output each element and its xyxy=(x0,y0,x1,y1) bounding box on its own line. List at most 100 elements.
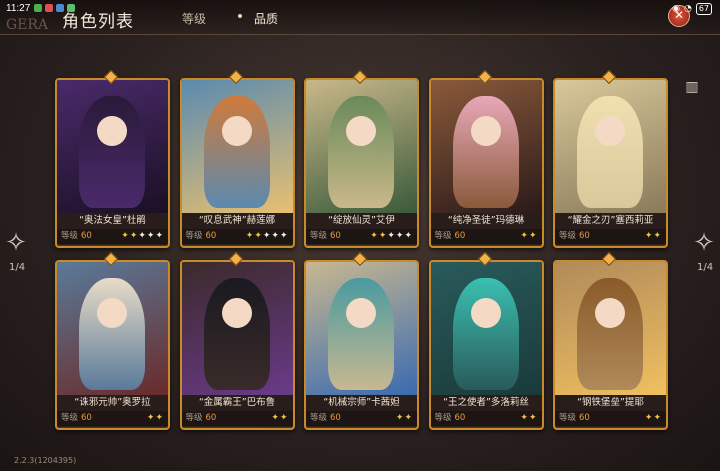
character-figure xyxy=(452,278,519,390)
star-rating: ✦✦ xyxy=(645,229,662,244)
star-icon: ✦ xyxy=(138,231,147,241)
eye-icon: ◉ xyxy=(672,4,680,14)
star-icon: ✦ xyxy=(370,231,379,241)
level-label: 等级 xyxy=(310,413,328,423)
star-icon: ✦ xyxy=(387,231,396,241)
star-icon: ✦ xyxy=(528,413,538,423)
level-value: 60 xyxy=(454,231,466,241)
filter-button[interactable]: ▥ xyxy=(683,78,701,96)
star-icon: ✦ xyxy=(653,413,662,423)
character-name: “耀金之刃”塞西莉亚 xyxy=(555,213,666,229)
level-row: 等级 60 ✦✦✦✦✦ xyxy=(181,229,293,244)
battery-indicator: 67 xyxy=(695,3,712,15)
prev-page-button[interactable]: ✧ xyxy=(4,228,28,258)
star-rating: ✦✦ xyxy=(520,411,537,426)
filter-icon: ▥ xyxy=(685,79,699,95)
star-rating: ✦✦ xyxy=(645,411,662,426)
character-card[interactable]: “纯净圣徒”玛德琳 等级 60 ✦✦ xyxy=(428,78,544,248)
star-icon: ✦ xyxy=(528,231,538,241)
arrow-left-icon: ✧ xyxy=(5,228,27,258)
character-portrait xyxy=(555,80,666,213)
level-value: 60 xyxy=(205,413,217,423)
level-label: 等级 xyxy=(559,231,577,241)
app-icon xyxy=(45,4,53,12)
character-figure xyxy=(79,96,145,208)
status-right: ◉ ◔ 67 xyxy=(672,3,712,15)
level-label: 等级 xyxy=(310,231,328,241)
level-label: 等级 xyxy=(559,413,577,423)
level-row: 等级 60 ✦✦ xyxy=(555,411,666,426)
star-icon: ✦ xyxy=(271,231,280,241)
character-card[interactable]: “耀金之刃”塞西莉亚等级 60 ✦✦ xyxy=(553,78,668,248)
level-label: 等级 xyxy=(61,413,79,423)
star-icon: ✦ xyxy=(653,231,662,241)
character-face xyxy=(470,116,501,146)
star-icon: ✦ xyxy=(254,231,263,241)
level-label: 等级 xyxy=(185,231,203,241)
star-icon: ✦ xyxy=(520,413,529,423)
character-portrait xyxy=(430,262,542,395)
character-figure xyxy=(79,278,145,390)
character-portrait xyxy=(306,262,417,395)
character-name: “纯净圣徒”玛德琳 xyxy=(430,213,542,229)
character-face xyxy=(346,298,376,328)
character-figure xyxy=(328,96,394,208)
level-row: 等级 60 ✦✦ xyxy=(430,229,542,244)
character-card[interactable]: “钢铁堡垒”提耶等级 60 ✦✦ xyxy=(553,260,668,430)
star-icon: ✦ xyxy=(404,231,413,241)
app-icon xyxy=(67,4,75,12)
level-row: 等级 60 ✦✦ xyxy=(555,229,666,244)
level-label: 等级 xyxy=(434,413,452,423)
level-label: 等级 xyxy=(185,413,203,423)
character-portrait xyxy=(57,262,168,395)
level-value: 60 xyxy=(81,231,92,241)
character-card[interactable]: “金属霸王”巴布鲁等级 60 ✦✦ xyxy=(179,260,295,430)
next-page-button[interactable]: ✧ xyxy=(692,228,716,258)
star-rating: ✦✦✦✦✦ xyxy=(121,229,164,244)
star-rating: ✦✦✦✦✦ xyxy=(246,229,289,244)
level-value: 60 xyxy=(330,231,341,241)
character-name: “金属霸王”巴布鲁 xyxy=(181,395,293,411)
character-card[interactable]: “诛邪元帅”奥罗拉 等级 60 ✦✦ xyxy=(55,260,170,430)
character-figure xyxy=(328,278,394,390)
character-name: “王之使者”多洛莉丝 xyxy=(430,395,542,411)
page-indicator-left: 1/4 xyxy=(9,262,26,273)
level-row: 等级 60 ✦✦✦✦✦ xyxy=(57,229,168,244)
level-label: 等级 xyxy=(61,231,79,241)
character-name: “诛邪元帅”奥罗拉 xyxy=(57,395,168,411)
star-icon: ✦ xyxy=(271,413,280,423)
level-row: 等级 60 ✦✦ xyxy=(430,411,542,426)
character-card[interactable]: “奥法女皇”杜鹃 等级 60 ✦✦✦✦✦ xyxy=(55,78,170,248)
character-card[interactable]: “绽放仙灵”艾伊 等级 60 ✦✦✦✦✦ xyxy=(304,78,419,248)
character-card[interactable]: “叹息武神”赫莲娜等级 60 ✦✦✦✦✦ xyxy=(179,78,295,248)
status-time: 11:27 xyxy=(6,3,31,14)
character-portrait xyxy=(181,80,293,213)
character-face xyxy=(97,116,127,146)
character-portrait xyxy=(181,262,293,395)
character-card[interactable]: “王之使者”多洛莉丝等级 60 ✦✦ xyxy=(428,260,544,430)
star-icon: ✦ xyxy=(279,413,289,423)
character-figure xyxy=(452,96,519,208)
character-name: “钢铁堡垒”提耶 xyxy=(555,395,666,411)
level-value: 60 xyxy=(454,413,466,423)
character-face xyxy=(221,116,252,146)
star-rating: ✦✦✦✦✦ xyxy=(370,229,413,244)
star-icon: ✦ xyxy=(155,413,164,423)
level-value: 60 xyxy=(579,231,590,241)
character-face xyxy=(595,116,625,146)
character-name: “机械宗师”卡茜妲 xyxy=(306,395,417,411)
character-figure xyxy=(203,278,270,390)
character-face xyxy=(595,298,625,328)
level-value: 60 xyxy=(205,231,217,241)
character-name: “叹息武神”赫莲娜 xyxy=(181,213,293,229)
star-icon: ✦ xyxy=(279,231,289,241)
star-rating: ✦✦ xyxy=(271,411,288,426)
character-figure xyxy=(577,278,643,390)
character-card[interactable]: “机械宗师”卡茜妲 等级 60 ✦✦ xyxy=(304,260,419,430)
star-icon: ✦ xyxy=(520,231,529,241)
page-indicator-right: 1/4 xyxy=(697,262,714,273)
star-rating: ✦✦ xyxy=(396,411,413,426)
notification-icons xyxy=(34,4,75,12)
level-row: 等级 60 ✦✦ xyxy=(306,411,417,426)
level-value: 60 xyxy=(579,413,590,423)
